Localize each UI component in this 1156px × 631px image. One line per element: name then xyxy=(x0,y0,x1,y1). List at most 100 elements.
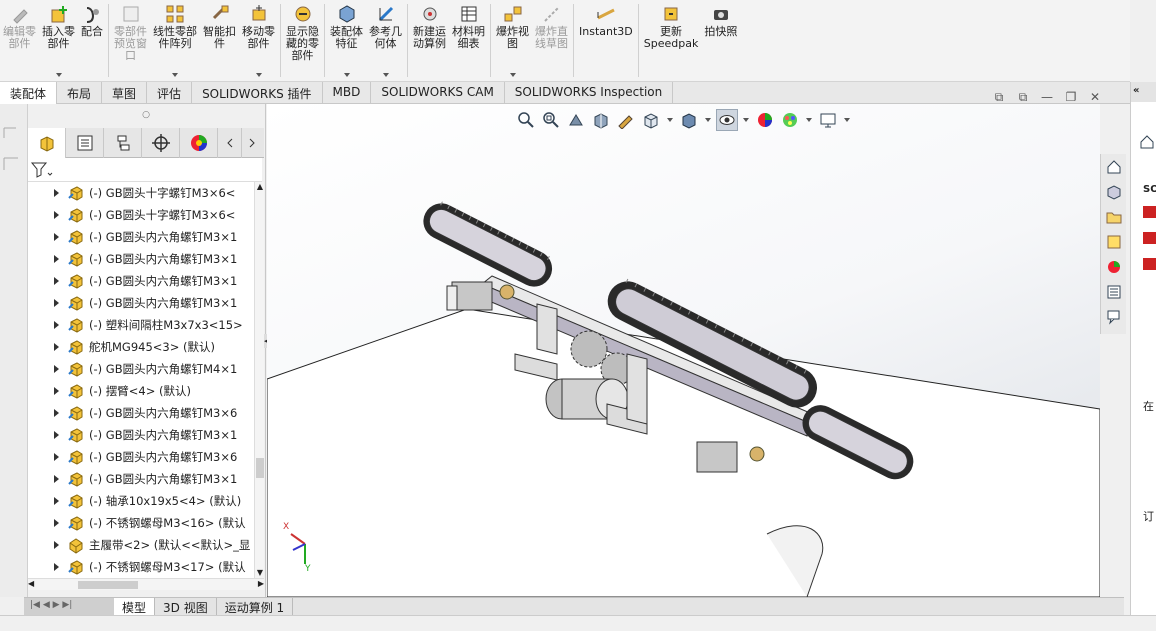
expand-arrow-icon[interactable] xyxy=(54,365,59,373)
appearances-button[interactable] xyxy=(1102,255,1126,279)
tree-horizontal-scrollbar[interactable]: ◀ ▶ xyxy=(28,578,264,590)
tree-item[interactable]: (-) 不锈钢螺母M3<16> (默认 xyxy=(28,512,254,534)
tab-6[interactable]: SOLIDWORKS CAM xyxy=(371,82,505,104)
ribbon-button-linear-pattern[interactable]: 线性零部 件阵列 xyxy=(150,0,200,81)
expand-arrow-icon[interactable] xyxy=(54,431,59,439)
scroll-down-arrow-icon[interactable]: ▼ xyxy=(256,568,264,578)
tree-item[interactable]: (-) GB圆头内六角螺钉M3×1 xyxy=(28,424,254,446)
tree-item[interactable]: (-) GB圆头内六角螺钉M3×1 xyxy=(28,226,254,248)
tab-property-manager[interactable] xyxy=(66,128,104,158)
chevron-down-icon[interactable] xyxy=(55,73,62,77)
tree-item[interactable]: (-) 塑料间隔柱M3x7x3<15> xyxy=(28,314,254,336)
tab-dimxpert-manager[interactable] xyxy=(142,128,180,158)
expand-arrow-icon[interactable] xyxy=(54,563,59,571)
ribbon-button-mate[interactable]: 配合 xyxy=(78,0,106,81)
tree-item[interactable]: (-) GB圆头十字螺钉M3×6< xyxy=(28,204,254,226)
ribbon-button-smart-fastener[interactable]: 智能扣 件 xyxy=(200,0,239,81)
ribbon-button-move-component[interactable]: 移动零 部件 xyxy=(239,0,278,81)
tile-right-icon[interactable]: ⧉ xyxy=(1016,90,1030,104)
tab-4[interactable]: SOLIDWORKS 插件 xyxy=(192,82,323,104)
resource-icon-2[interactable] xyxy=(1143,232,1156,244)
ribbon-button-show-hidden[interactable]: 显示隐 藏的零 部件 xyxy=(283,0,322,81)
tree-item[interactable]: (-) GB圆头内六角螺钉M4×1 xyxy=(28,358,254,380)
resource-icon-3[interactable] xyxy=(1143,258,1156,270)
ribbon-button-speedpak[interactable]: 更新 Speedpak xyxy=(641,0,702,81)
ribbon-button-exploded-view[interactable]: 爆炸视 图 xyxy=(493,0,532,81)
bottom-tab-2[interactable]: 运动算例 1 xyxy=(217,598,294,615)
bottom-tab-1[interactable]: 3D 视图 xyxy=(155,598,217,615)
tree-item[interactable]: (-) GB圆头内六角螺钉M3×6 xyxy=(28,402,254,424)
minimize-icon[interactable]: — xyxy=(1040,90,1054,104)
tab-nav-arrows-icon[interactable]: |◀ ◀ ▶ ▶| xyxy=(24,598,114,615)
resource-icon-1[interactable] xyxy=(1143,206,1156,218)
ribbon-button-instant3d[interactable]: Instant3D xyxy=(576,0,636,81)
expand-arrow-icon[interactable] xyxy=(54,387,59,395)
expand-arrow-icon[interactable] xyxy=(54,233,59,241)
tree-item[interactable]: (-) GB圆头内六角螺钉M3×6 xyxy=(28,446,254,468)
ribbon-button-snapshot[interactable]: 拍快照 xyxy=(701,0,740,81)
custom-properties-button[interactable] xyxy=(1102,280,1126,304)
tab-2[interactable]: 草图 xyxy=(102,82,148,104)
tree-filter-bar[interactable] xyxy=(28,158,262,182)
tree-item[interactable]: (-) 轴承10x19x5<4> (默认) xyxy=(28,490,254,512)
panel-splitter-handle[interactable]: ○ xyxy=(28,110,264,124)
tree-item[interactable]: (-) 摆臂<4> (默认) xyxy=(28,380,254,402)
tab-scroll-right[interactable] xyxy=(242,128,262,158)
tab-3[interactable]: 评估 xyxy=(147,82,193,104)
scroll-right-arrow-icon[interactable]: ▶ xyxy=(258,579,264,588)
chevron-down-icon[interactable] xyxy=(382,73,389,77)
view-palette-button[interactable] xyxy=(1102,230,1126,254)
expand-arrow-icon[interactable] xyxy=(54,255,59,263)
scroll-left-arrow-icon[interactable]: ◀ xyxy=(28,579,34,588)
scrollbar-thumb[interactable] xyxy=(256,458,264,478)
expand-arrow-icon[interactable] xyxy=(54,189,59,197)
expand-arrow-icon[interactable] xyxy=(54,343,59,351)
tree-item[interactable]: (-) GB圆头十字螺钉M3×6< xyxy=(28,182,254,204)
ribbon-button-reference-geometry[interactable]: 参考几 何体 xyxy=(366,0,405,81)
tree-item[interactable]: (-) GB圆头内六角螺钉M3×1 xyxy=(28,468,254,490)
ribbon-button-bom[interactable]: 材料明 细表 xyxy=(449,0,488,81)
expand-arrow-icon[interactable] xyxy=(54,211,59,219)
expand-arrow-icon[interactable] xyxy=(54,453,59,461)
home-view-button[interactable] xyxy=(1102,155,1126,179)
scroll-up-arrow-icon[interactable]: ▲ xyxy=(256,182,264,192)
expand-arrow-icon[interactable] xyxy=(54,409,59,417)
chevron-down-icon[interactable] xyxy=(172,73,178,77)
tab-display-manager[interactable] xyxy=(180,128,218,158)
tracked-robot-model[interactable] xyxy=(267,104,1100,597)
expand-arrow-icon[interactable] xyxy=(54,519,59,527)
chevron-down-icon[interactable] xyxy=(343,73,350,77)
task-pane-collapse-icon[interactable]: « xyxy=(1131,82,1156,102)
tab-1[interactable]: 布局 xyxy=(57,82,103,104)
tree-item[interactable]: (-) GB圆头内六角螺钉M3×1 xyxy=(28,248,254,270)
forum-button[interactable] xyxy=(1102,305,1126,329)
chevron-down-icon[interactable] xyxy=(255,73,262,77)
close-icon[interactable]: ✕ xyxy=(1088,90,1102,104)
expand-arrow-icon[interactable] xyxy=(54,475,59,483)
expand-arrow-icon[interactable] xyxy=(54,321,59,329)
tab-7[interactable]: SOLIDWORKS Inspection xyxy=(505,82,674,104)
tab-0[interactable]: 装配体 xyxy=(0,82,58,104)
ribbon-button-insert-component[interactable]: 插入零 部件 xyxy=(39,0,78,81)
tab-configuration-manager[interactable] xyxy=(104,128,142,158)
tree-item[interactable]: (-) GB圆头内六角螺钉M3×1 xyxy=(28,270,254,292)
expand-arrow-icon[interactable] xyxy=(54,497,59,505)
tile-left-icon[interactable]: ⧉ xyxy=(992,90,1006,104)
tree-item[interactable]: 主履带<2> (默认<<默认>_显 xyxy=(28,534,254,556)
3d-view-button[interactable] xyxy=(1102,180,1126,204)
graphics-viewport[interactable]: X Y xyxy=(267,104,1100,597)
restore-icon[interactable]: ❐ xyxy=(1064,90,1078,104)
open-folder-button[interactable] xyxy=(1102,205,1126,229)
ribbon-button-assembly-feature[interactable]: 装配体 特征 xyxy=(327,0,366,81)
hscrollbar-thumb[interactable] xyxy=(78,581,138,589)
ribbon-button-motion-study[interactable]: 新建运 动算例 xyxy=(410,0,449,81)
chevron-down-icon[interactable] xyxy=(509,73,516,77)
tree-item[interactable]: 舵机MG945<3> (默认) xyxy=(28,336,254,358)
tree-vertical-scrollbar[interactable]: ▲ ▼ xyxy=(254,182,264,578)
tree-item[interactable]: (-) 不锈钢螺母M3<17> (默认 xyxy=(28,556,254,578)
tab-5[interactable]: MBD xyxy=(323,82,372,104)
expand-arrow-icon[interactable] xyxy=(54,541,59,549)
expand-arrow-icon[interactable] xyxy=(54,299,59,307)
expand-arrow-icon[interactable] xyxy=(54,277,59,285)
bottom-tab-0[interactable]: 模型 xyxy=(114,598,156,615)
